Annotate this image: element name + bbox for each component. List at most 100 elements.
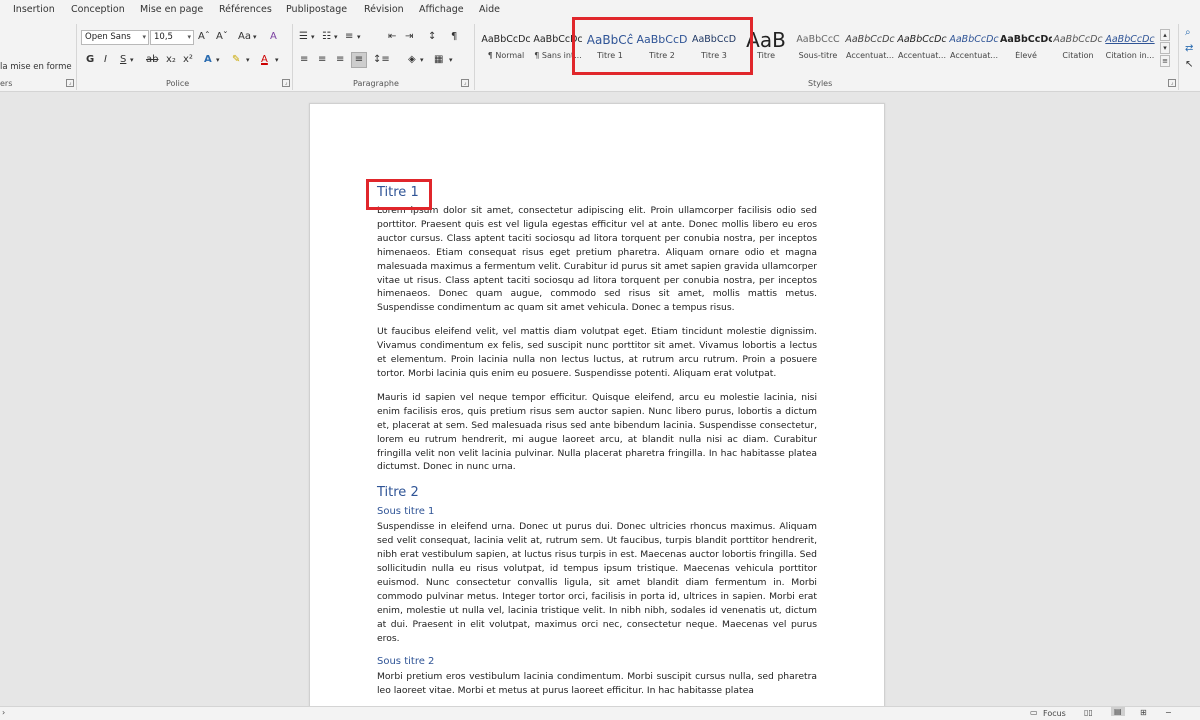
shading-icon[interactable]: ◈ (408, 53, 416, 67)
style-sample: AaBbCcDc (1000, 34, 1052, 45)
paragraph[interactable]: Mauris id sapien vel neque tempor effici… (377, 391, 817, 474)
read-mode-icon[interactable]: ▯▯ (1084, 708, 1093, 717)
style-eleve[interactable]: AaBbCcDc Élevé (1000, 31, 1052, 67)
show-marks-icon[interactable]: ¶ (451, 30, 457, 44)
style-accentuation-2[interactable]: AaBbCcDc Accentuat... (896, 31, 948, 67)
web-layout-icon[interactable]: ⊞ (1140, 708, 1147, 717)
text-effects-button[interactable]: A (204, 53, 212, 67)
paragraph[interactable]: Lorem ipsum dolor sit amet, consectetur … (377, 204, 817, 315)
zoom-out-icon[interactable]: − (1165, 708, 1172, 717)
style-accentuation-1[interactable]: AaBbCcDc Accentuat... (844, 31, 896, 67)
subheading-sous-titre-2[interactable]: Sous titre 2 (377, 655, 817, 669)
document-body[interactable]: Titre 1 Lorem ipsum dolor sit amet, cons… (377, 184, 817, 708)
focus-icon[interactable]: ▭ (1030, 708, 1038, 717)
clipboard-launcher-icon[interactable]: ⌟ (66, 79, 74, 87)
font-size-select[interactable]: 10,5 ▾ (150, 30, 194, 45)
style-citation[interactable]: AaBbCcDc Citation (1052, 31, 1104, 67)
bullets-icon[interactable]: ☰ (299, 30, 308, 44)
gallery-up-icon[interactable]: ▴ (1160, 29, 1170, 41)
italic-button[interactable]: I (104, 53, 107, 67)
shrink-font-button[interactable]: Aˇ (216, 30, 228, 44)
print-layout-icon[interactable]: ▤ (1111, 707, 1125, 716)
bold-button[interactable]: G (86, 53, 94, 67)
clear-formatting-button[interactable]: A (270, 30, 277, 44)
font-group-label: Police (166, 79, 190, 88)
style-accentuation-3[interactable]: AaBbCcDc Accentuat... (948, 31, 1000, 67)
styles-group-label: Styles (808, 79, 833, 88)
highlight-box-heading (366, 179, 432, 210)
heading-titre-2[interactable]: Titre 2 (377, 484, 817, 502)
tab-aide[interactable]: Aide (479, 4, 500, 15)
chevron-down-icon[interactable]: ▾ (253, 30, 257, 44)
tab-affichage[interactable]: Affichage (419, 4, 464, 15)
font-size-value: 10,5 (154, 32, 173, 42)
heading-titre-1[interactable]: Titre 1 (377, 184, 817, 202)
paragraph-group-label: Paragraphe (353, 79, 399, 88)
tab-conception[interactable]: Conception (71, 4, 125, 15)
style-sample: AaBbCcC (796, 34, 840, 45)
style-name: Accentuat... (950, 51, 998, 60)
font-color-button[interactable]: A (261, 53, 268, 67)
paragraph[interactable]: Suspendisse in eleifend urna. Donec ut p… (377, 520, 817, 645)
justify-icon[interactable]: ≡ (351, 52, 367, 68)
status-indicator: › (2, 708, 6, 717)
chevron-down-icon[interactable]: ▾ (246, 53, 250, 67)
chevron-down-icon[interactable]: ▾ (311, 30, 315, 44)
font-launcher-icon[interactable]: ⌟ (282, 79, 290, 87)
find-icon[interactable]: ⌕ (1185, 26, 1191, 40)
grow-font-button[interactable]: Aˆ (198, 30, 210, 44)
styles-launcher-icon[interactable]: ⌟ (1168, 79, 1176, 87)
style-name: Sous-titre (798, 51, 838, 60)
chevron-down-icon[interactable]: ▾ (449, 53, 453, 67)
format-painter-button[interactable]: la mise en forme (0, 60, 72, 74)
style-sample: AaBbCcDc (481, 34, 531, 45)
select-icon[interactable]: ↖ (1185, 58, 1193, 72)
paragraph[interactable]: Ut faucibus eleifend velit, vel mattis d… (377, 325, 817, 381)
style-sample: AaBbCcDc (845, 34, 895, 45)
style-citation-intense[interactable]: AaBbCcDc Citation in... (1104, 31, 1156, 67)
increase-indent-icon[interactable]: ⇥ (405, 30, 413, 44)
align-center-icon[interactable]: ≡ (318, 53, 326, 67)
numbering-icon[interactable]: ☷ (322, 30, 331, 44)
gallery-down-icon[interactable]: ▾ (1160, 42, 1170, 54)
underline-button[interactable]: S (120, 53, 126, 67)
superscript-button[interactable]: x² (183, 53, 193, 67)
chevron-down-icon[interactable]: ▾ (357, 30, 361, 44)
focus-label[interactable]: Focus (1043, 709, 1066, 718)
ribbon: Insertion Conception Mise en page Référe… (0, 0, 1200, 92)
borders-icon[interactable]: ▦ (434, 53, 443, 67)
divider (76, 24, 77, 90)
tab-publipostage[interactable]: Publipostage (286, 4, 347, 15)
tab-insertion[interactable]: Insertion (13, 4, 55, 15)
style-name: Citation in... (1105, 51, 1155, 60)
chevron-down-icon: ▾ (142, 33, 146, 41)
chevron-down-icon[interactable]: ▾ (275, 53, 279, 67)
paragraph-launcher-icon[interactable]: ⌟ (461, 79, 469, 87)
font-name-select[interactable]: Open Sans ▾ (81, 30, 149, 45)
tab-mise-en-page[interactable]: Mise en page (140, 4, 203, 15)
subscript-button[interactable]: x₂ (166, 53, 176, 67)
chevron-down-icon[interactable]: ▾ (130, 53, 134, 67)
align-right-icon[interactable]: ≡ (336, 53, 344, 67)
sort-icon[interactable]: ↕ (428, 30, 436, 44)
style-normal[interactable]: AaBbCcDc ¶ Normal (480, 31, 532, 67)
subheading-sous-titre-1[interactable]: Sous titre 1 (377, 505, 817, 519)
style-name: Élevé (1015, 51, 1037, 60)
style-sous-titre[interactable]: AaBbCcC Sous-titre (792, 31, 844, 67)
tab-revision[interactable]: Révision (364, 4, 404, 15)
decrease-indent-icon[interactable]: ⇤ (388, 30, 396, 44)
multilevel-list-icon[interactable]: ≡ (345, 30, 353, 44)
tab-references[interactable]: Références (219, 4, 272, 15)
line-spacing-icon[interactable]: ↕≡ (373, 53, 390, 67)
chevron-down-icon[interactable]: ▾ (420, 53, 424, 67)
highlight-pen-icon[interactable]: ✎ (232, 53, 240, 67)
chevron-down-icon[interactable]: ▾ (334, 30, 338, 44)
chevron-down-icon[interactable]: ▾ (216, 53, 220, 67)
style-sample: AaBbCcDc (1105, 34, 1155, 45)
strikethrough-button[interactable]: ab (146, 53, 158, 67)
replace-icon[interactable]: ⇄ (1185, 42, 1193, 56)
paragraph[interactable]: Morbi pretium eros vestibulum lacinia co… (377, 670, 817, 698)
change-case-button[interactable]: Aa (238, 30, 251, 44)
gallery-more-icon[interactable]: ≡ (1160, 55, 1170, 67)
align-left-icon[interactable]: ≡ (300, 53, 308, 67)
